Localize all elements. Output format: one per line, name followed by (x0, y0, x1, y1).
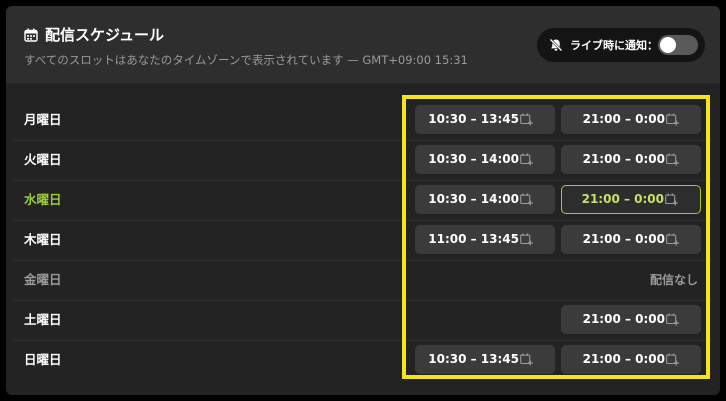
day-label: 火曜日 (24, 152, 62, 167)
timezone-subtitle: すべてのスロットはあなたのタイムゾーンで表示されています — GMT+09:00… (24, 53, 468, 67)
schedule-header: 配信スケジュール すべてのスロットはあなたのタイムゾーンで表示されています — … (6, 6, 720, 83)
calendar-icon (24, 28, 38, 42)
day-label-today: 水曜日 (24, 192, 62, 207)
switch-knob (660, 37, 676, 53)
notify-label: ライブ時に通知： (570, 39, 658, 52)
notify-switch[interactable] (658, 35, 698, 55)
page-title: 配信スケジュール (45, 26, 164, 44)
day-label: 日曜日 (24, 352, 62, 367)
day-label: 金曜日 (24, 272, 62, 287)
day-label: 月曜日 (24, 112, 62, 127)
day-label: 木曜日 (24, 232, 62, 247)
title-row: 配信スケジュール (24, 24, 164, 45)
highlight-box (402, 95, 710, 379)
live-notify-toggle[interactable]: ライブ時に通知： (537, 28, 705, 62)
bell-off-icon (549, 38, 563, 52)
day-label: 土曜日 (24, 312, 62, 327)
